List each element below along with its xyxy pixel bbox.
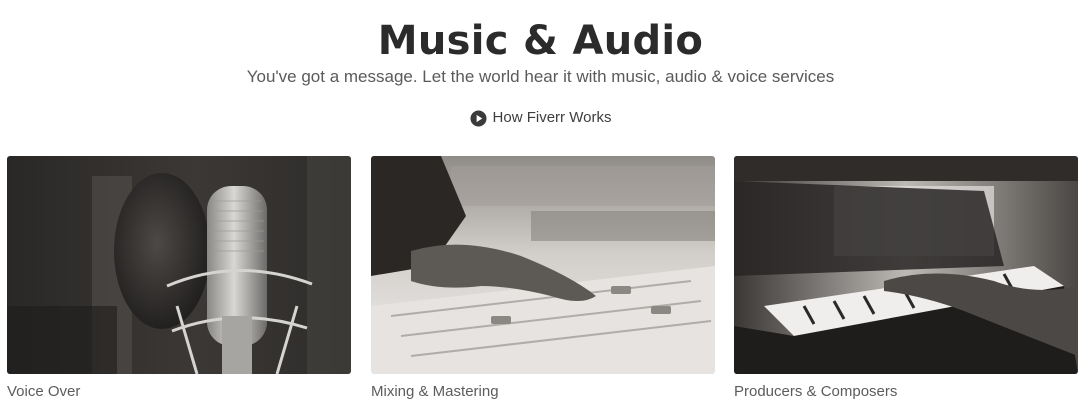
- category-label: Producers & Composers: [734, 383, 898, 400]
- page-title: Music & Audio: [377, 18, 704, 64]
- page-subtitle: You've got a message. Let the world hear…: [246, 67, 835, 86]
- how-fiverr-works-link[interactable]: How Fiverr Works: [0, 108, 1081, 128]
- piano-keys-photo: [734, 156, 1078, 374]
- category-label: Voice Over: [7, 383, 81, 400]
- category-card-producers-composers[interactable]: Producers & Composers: [734, 156, 1078, 402]
- mixing-console-photo: [371, 156, 715, 374]
- how-fiverr-works-label: How Fiverr Works: [492, 109, 612, 126]
- category-cards: Voice Over Mixing & Mastering Producers …: [7, 156, 1078, 407]
- category-label: Mixing & Mastering: [371, 383, 499, 400]
- category-card-voice-over[interactable]: Voice Over: [7, 156, 351, 402]
- category-card-mixing-mastering[interactable]: Mixing & Mastering: [371, 156, 715, 402]
- studio-microphone-photo: [7, 156, 351, 374]
- play-circle-icon: [470, 109, 487, 127]
